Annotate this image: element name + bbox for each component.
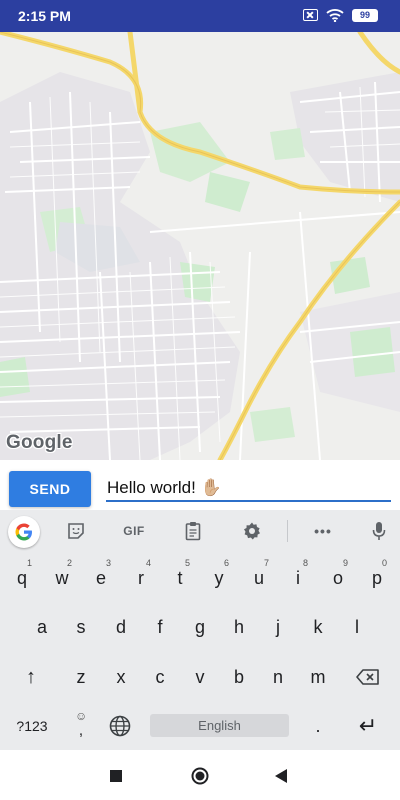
wifi-icon [326, 9, 344, 22]
keyboard-toolbar: GIF ••• [0, 510, 400, 552]
key-x[interactable]: x [101, 657, 141, 697]
recents-square-icon[interactable] [110, 770, 122, 782]
key-y[interactable]: y6 [199, 558, 239, 598]
globe-key[interactable] [100, 706, 140, 746]
mic-icon[interactable] [371, 520, 387, 542]
comma-key[interactable]: , ☺ [61, 706, 101, 746]
key-hint: 7 [263, 558, 269, 568]
key-c[interactable]: c [140, 657, 180, 697]
key-m[interactable]: m [298, 657, 338, 697]
key-t[interactable]: t5 [160, 558, 200, 598]
soft-keyboard: GIF ••• q1 w2 e3 r4 t5 y6 u7 i8 o9 p0 a … [0, 510, 400, 750]
map-view[interactable]: Google [0, 32, 400, 460]
google-g-icon[interactable] [8, 516, 40, 548]
key-label: t [177, 567, 183, 588]
toolbar-divider [287, 520, 288, 542]
key-z[interactable]: z [61, 657, 101, 697]
park-area [350, 327, 395, 377]
google-attribution-logo: Google [6, 432, 73, 453]
battery-icon: 99 [352, 8, 378, 22]
key-l[interactable]: l [337, 607, 377, 647]
key-label: w [55, 567, 69, 588]
navigation-bar [0, 750, 400, 800]
key-label: e [95, 567, 106, 588]
park-area [270, 128, 305, 160]
key-r[interactable]: r4 [121, 558, 161, 598]
gear-icon[interactable] [241, 520, 263, 542]
key-w[interactable]: w2 [42, 558, 82, 598]
key-label: y [214, 567, 224, 588]
park-area [0, 357, 30, 397]
key-label: o [332, 567, 343, 588]
symbols-key[interactable]: ?123 [11, 706, 53, 746]
message-input[interactable]: Hello world! ✋🏼 [106, 472, 391, 502]
key-label: p [371, 567, 382, 588]
key-hint: 4 [145, 558, 151, 568]
globe-icon [109, 715, 131, 737]
key-label: i [296, 567, 300, 588]
key-u[interactable]: u7 [239, 558, 279, 598]
emoji-icon: ☺ [75, 709, 88, 723]
gif-button[interactable]: GIF [118, 520, 150, 542]
key-o[interactable]: o9 [318, 558, 358, 598]
key-g[interactable]: g [180, 607, 220, 647]
status-icons: 99 [303, 8, 378, 22]
map-canvas[interactable] [0, 32, 400, 460]
key-v[interactable]: v [180, 657, 220, 697]
key-k[interactable]: k [298, 607, 338, 647]
message-bar: SEND Hello world! ✋🏼 [0, 460, 400, 510]
key-e[interactable]: e3 [81, 558, 121, 598]
back-triangle-icon[interactable] [274, 769, 288, 783]
key-hint: 1 [26, 558, 32, 568]
shift-key[interactable]: ↑ [11, 657, 51, 697]
status-time: 2:15 PM [18, 8, 71, 24]
key-hint: 6 [223, 558, 229, 568]
key-p[interactable]: p0 [357, 558, 397, 598]
period-key[interactable]: . [298, 706, 338, 746]
key-j[interactable]: j [258, 607, 298, 647]
key-h[interactable]: h [219, 607, 259, 647]
key-hint: 2 [66, 558, 72, 568]
key-label: q [16, 567, 27, 588]
clipboard-icon[interactable] [183, 520, 203, 542]
key-q[interactable]: q1 [2, 558, 42, 598]
key-hint: 0 [381, 558, 387, 568]
key-n[interactable]: n [258, 657, 298, 697]
key-d[interactable]: d [101, 607, 141, 647]
no-sim-icon [303, 9, 318, 21]
key-hint: 8 [302, 558, 308, 568]
park-area [250, 407, 295, 442]
key-hint: 9 [342, 558, 348, 568]
status-bar: 2:15 PM 99 [0, 0, 400, 32]
key-hint: 3 [105, 558, 111, 568]
home-circle-icon[interactable] [191, 767, 209, 785]
key-f[interactable]: f [140, 607, 180, 647]
sticker-icon[interactable] [66, 520, 86, 542]
key-b[interactable]: b [219, 657, 259, 697]
enter-key[interactable]: ↵ [348, 706, 388, 746]
key-i[interactable]: i8 [278, 558, 318, 598]
key-s[interactable]: s [61, 607, 101, 647]
park-area [205, 172, 250, 212]
park-area [180, 262, 215, 302]
gif-label: GIF [123, 524, 145, 538]
key-a[interactable]: a [22, 607, 62, 647]
comma-label: , [78, 721, 84, 739]
key-hint: 5 [184, 558, 190, 568]
space-key[interactable]: English [150, 714, 289, 737]
key-label: r [138, 567, 144, 588]
backspace-icon [356, 669, 379, 685]
backspace-key[interactable] [348, 657, 388, 697]
more-icon[interactable]: ••• [312, 520, 334, 542]
send-button[interactable]: SEND [9, 471, 91, 507]
key-label: u [253, 567, 264, 588]
